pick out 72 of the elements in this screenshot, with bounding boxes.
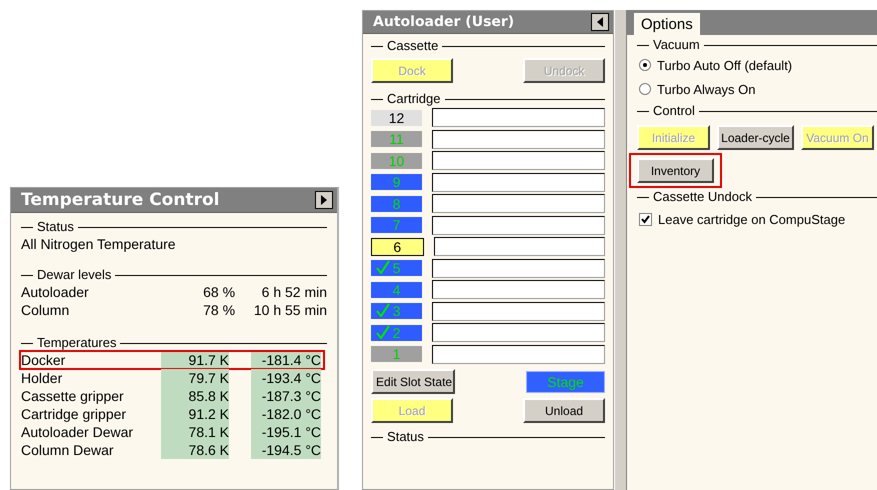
slot-number[interactable]: 9 <box>371 174 422 190</box>
kelvin-value: 78.6 K <box>161 441 230 459</box>
slot-field[interactable] <box>432 302 606 321</box>
dewar-name: Column <box>21 301 70 319</box>
slot-number[interactable]: 12 <box>371 110 422 126</box>
tab[interactable]: Options <box>634 13 700 35</box>
group-label: Temperatures <box>37 335 116 351</box>
slot-field[interactable] <box>432 258 606 278</box>
remaining-time: 6 h 52 min <box>260 283 328 301</box>
group-label: Cartridge <box>387 91 440 107</box>
triangle-icon <box>320 194 328 206</box>
celsius-value: -195.1 °C <box>251 423 322 441</box>
kelvin-value: 78.1 K <box>161 423 230 441</box>
slot-field[interactable] <box>432 130 606 149</box>
action-button[interactable]: Edit Slot State <box>371 369 456 394</box>
radio-label: Turbo Always On <box>657 82 756 96</box>
sensor-name: Cassette gripper <box>21 387 125 405</box>
sensor-name: Autoloader Dewar <box>21 423 134 441</box>
sensor-name: Docker <box>21 351 66 369</box>
slot-number[interactable]: 5 <box>371 260 422 276</box>
kelvin-value: 91.2 K <box>161 405 230 423</box>
sensor-name: Holder <box>21 369 64 387</box>
group-label: Cassette <box>387 38 438 54</box>
celsius-value: -182.0 °C <box>251 405 322 423</box>
level-percent: 78 % <box>202 301 236 319</box>
group-label: Control <box>653 103 695 119</box>
sensor-name: Cartridge gripper <box>21 405 128 423</box>
collapse-arrow-button[interactable] <box>591 13 610 31</box>
celsius-value: -194.5 °C <box>251 441 322 459</box>
action-button[interactable]: Inventory <box>637 158 714 183</box>
panel-title: Autoloader (User) <box>373 14 514 30</box>
slot-number[interactable]: 8 <box>371 196 422 212</box>
slot-number[interactable]: 2 <box>371 324 422 341</box>
radio-button[interactable] <box>639 83 651 95</box>
slot-field[interactable] <box>432 280 606 300</box>
panel-splitter[interactable] <box>614 10 627 490</box>
group-label: Dewar levels <box>37 267 112 283</box>
checkbox-label: Leave cartridge on CompuStage <box>658 212 846 226</box>
radio-label: Turbo Auto Off (default) <box>657 58 792 72</box>
slot-number[interactable]: 7 <box>371 217 422 234</box>
kelvin-value: 79.7 K <box>161 369 230 387</box>
dewar-name: Autoloader <box>21 283 90 301</box>
action-button[interactable]: Unload <box>523 398 606 423</box>
group-label: Cassette Undock <box>653 189 752 205</box>
group-label: Vacuum <box>653 37 700 53</box>
triangle-icon <box>596 16 604 28</box>
slot-field[interactable] <box>432 323 606 342</box>
slot-field[interactable] <box>432 151 606 170</box>
action-button[interactable]: Loader-cycle <box>717 125 794 150</box>
slot-field[interactable] <box>432 172 606 192</box>
celsius-value: -187.3 °C <box>251 387 322 405</box>
checkbox[interactable] <box>639 212 652 226</box>
group-label: Status <box>387 429 424 445</box>
celsius-value: -193.4 °C <box>251 369 322 387</box>
slot-field[interactable] <box>432 216 606 235</box>
group-label: Status <box>37 219 74 235</box>
remaining-time: 10 h 55 min <box>252 301 328 319</box>
slot-field[interactable] <box>432 344 606 364</box>
slot-field[interactable] <box>434 237 606 256</box>
slot-field[interactable] <box>432 194 606 214</box>
action-button[interactable]: Stage <box>526 370 606 392</box>
slot-number[interactable]: 4 <box>371 282 422 298</box>
slot-field[interactable] <box>432 108 606 128</box>
level-percent: 68 % <box>202 283 236 301</box>
slot-number[interactable]: 3 <box>371 303 422 320</box>
panel-title: Temperature Control <box>21 190 220 210</box>
status-text: All Nitrogen Temperature <box>21 235 177 253</box>
slot-number[interactable]: 6 <box>371 238 424 256</box>
kelvin-value: 85.8 K <box>161 387 230 405</box>
expand-arrow-button[interactable] <box>315 191 334 209</box>
radio-button[interactable] <box>639 59 651 71</box>
sensor-name: Column Dewar <box>21 441 115 459</box>
